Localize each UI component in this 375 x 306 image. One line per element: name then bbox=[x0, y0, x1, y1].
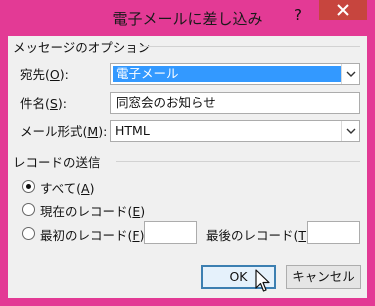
chevron-down-icon bbox=[346, 128, 356, 134]
cancel-button[interactable]: キャンセル bbox=[286, 265, 361, 289]
to-record-input[interactable] bbox=[307, 221, 360, 244]
from-record-label[interactable]: 最初のレコード(F): bbox=[40, 225, 149, 244]
to-dropdown-arrow[interactable] bbox=[341, 64, 359, 84]
subject-input[interactable]: 同窓会のお知らせ bbox=[110, 92, 360, 114]
to-value: 電子メール bbox=[113, 66, 341, 82]
mouse-pointer-icon bbox=[255, 269, 270, 292]
send-records-group-label: レコードの送信 bbox=[13, 155, 101, 170]
title-bar: 電子メールに差し込み ? bbox=[0, 0, 375, 36]
format-value: HTML bbox=[115, 123, 150, 138]
close-button[interactable] bbox=[319, 0, 367, 20]
chevron-down-icon bbox=[346, 71, 356, 77]
format-dropdown-arrow[interactable] bbox=[341, 121, 359, 141]
group-divider bbox=[140, 46, 360, 47]
range-records-radio[interactable] bbox=[22, 227, 35, 240]
message-options-group-label: メッセージのオプション bbox=[13, 40, 151, 55]
current-record-label[interactable]: 現在のレコード(E) bbox=[40, 201, 145, 220]
dialog-window: 電子メールに差し込み ? メッセージのオプション 宛先(O): 電子メール 件名… bbox=[0, 0, 375, 306]
from-record-input[interactable] bbox=[144, 221, 197, 244]
help-button[interactable]: ? bbox=[284, 4, 312, 26]
format-dropdown[interactable]: HTML bbox=[110, 120, 360, 142]
all-records-radio[interactable] bbox=[22, 180, 35, 193]
format-label: メール形式(M): bbox=[20, 124, 108, 139]
radio-selected-dot bbox=[26, 184, 31, 189]
group-divider bbox=[116, 161, 360, 162]
to-dropdown[interactable]: 電子メール bbox=[110, 63, 360, 85]
all-records-label[interactable]: すべて(A) bbox=[40, 178, 94, 197]
dialog-body: メッセージのオプション 宛先(O): 電子メール 件名(S): 同窓会のお知らせ… bbox=[8, 36, 367, 298]
to-label: 宛先(O): bbox=[20, 67, 69, 82]
to-record-label: 最後のレコード(T): bbox=[206, 228, 315, 243]
subject-label: 件名(S): bbox=[20, 96, 67, 111]
close-icon bbox=[337, 4, 349, 16]
current-record-radio[interactable] bbox=[22, 203, 35, 216]
